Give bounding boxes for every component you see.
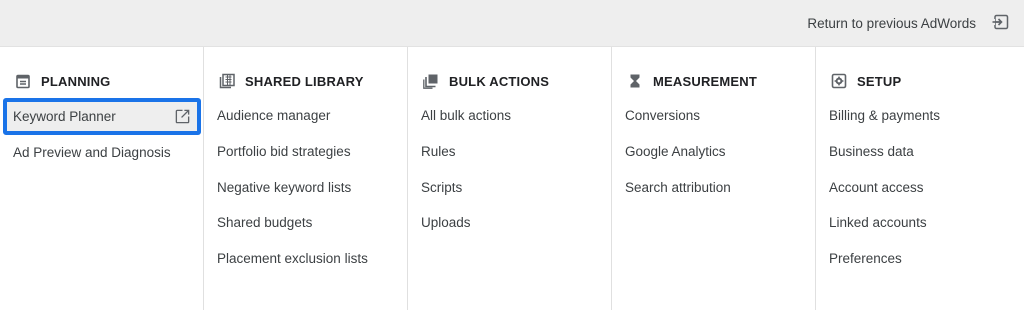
menu-item-preferences[interactable]: Preferences <box>829 241 1012 277</box>
menu-item-keyword-planner[interactable]: Keyword Planner <box>3 98 201 135</box>
column-title: MEASUREMENT <box>653 73 758 89</box>
menu-item-google-analytics[interactable]: Google Analytics <box>625 134 803 170</box>
column-title: SHARED LIBRARY <box>245 73 364 89</box>
menu-item-label: Audience manager <box>217 108 331 124</box>
column-measurement: MEASUREMENT Conversions Google Analytics… <box>612 47 816 310</box>
open-in-new-icon <box>174 108 191 125</box>
menu-item-audience-manager[interactable]: Audience manager <box>217 98 395 134</box>
calendar-icon <box>15 73 31 89</box>
column-title: BULK ACTIONS <box>449 73 550 89</box>
menu-item-label: Keyword Planner <box>13 109 116 124</box>
menu-item-account-access[interactable]: Account access <box>829 169 1012 205</box>
menu-item-label: Preferences <box>829 251 902 267</box>
menu-item-label: Linked accounts <box>829 215 927 231</box>
column-title: SETUP <box>857 73 902 89</box>
column-header-bulk-actions: BULK ACTIONS <box>421 67 599 95</box>
menu-item-all-bulk-actions[interactable]: All bulk actions <box>421 98 599 134</box>
column-header-shared-library: SHARED LIBRARY <box>217 67 395 95</box>
return-label: Return to previous AdWords <box>807 15 976 31</box>
menu-item-label: Uploads <box>421 215 471 231</box>
menu-item-scripts[interactable]: Scripts <box>421 169 599 205</box>
library-grid-icon <box>219 73 235 89</box>
menu-item-ad-preview[interactable]: Ad Preview and Diagnosis <box>13 135 191 171</box>
menu-item-label: Search attribution <box>625 179 731 195</box>
menu-item-conversions[interactable]: Conversions <box>625 98 803 134</box>
return-to-previous-adwords-link[interactable]: Return to previous AdWords <box>807 13 1010 34</box>
menu-item-shared-budgets[interactable]: Shared budgets <box>217 205 395 241</box>
column-title: PLANNING <box>41 73 111 89</box>
menu-item-linked-accounts[interactable]: Linked accounts <box>829 205 1012 241</box>
menu-item-label: Portfolio bid strategies <box>217 144 351 160</box>
menu-item-portfolio-bid-strategies[interactable]: Portfolio bid strategies <box>217 134 395 170</box>
exit-icon <box>992 13 1010 34</box>
column-planning: PLANNING Keyword Planner Ad Preview and … <box>0 47 204 310</box>
menu-item-label: Placement exclusion lists <box>217 251 368 267</box>
column-setup: SETUP Billing & payments Business data A… <box>816 47 1024 310</box>
column-header-planning: PLANNING <box>13 67 191 95</box>
menu-item-label: Conversions <box>625 108 701 124</box>
menu-item-label: Billing & payments <box>829 108 941 124</box>
menu-item-rules[interactable]: Rules <box>421 134 599 170</box>
menu-item-billing-payments[interactable]: Billing & payments <box>829 98 1012 134</box>
menu-item-search-attribution[interactable]: Search attribution <box>625 169 803 205</box>
tools-menu: PLANNING Keyword Planner Ad Preview and … <box>0 47 1024 310</box>
menu-item-placement-exclusion-lists[interactable]: Placement exclusion lists <box>217 241 395 277</box>
menu-item-business-data[interactable]: Business data <box>829 134 1012 170</box>
menu-item-label: Account access <box>829 179 924 195</box>
menu-item-label: All bulk actions <box>421 108 512 124</box>
column-bulk-actions: BULK ACTIONS All bulk actions Rules Scri… <box>408 47 612 310</box>
column-header-measurement: MEASUREMENT <box>625 67 803 95</box>
copy-stack-icon <box>423 73 439 89</box>
menu-item-label: Scripts <box>421 179 463 195</box>
column-shared-library: SHARED LIBRARY Audience manager Portfoli… <box>204 47 408 310</box>
menu-item-label: Rules <box>421 144 456 160</box>
menu-item-negative-keyword-lists[interactable]: Negative keyword lists <box>217 169 395 205</box>
menu-item-uploads[interactable]: Uploads <box>421 205 599 241</box>
menu-item-label: Google Analytics <box>625 144 726 160</box>
menu-item-label: Business data <box>829 144 914 160</box>
top-bar: Return to previous AdWords <box>0 0 1024 47</box>
menu-item-label: Negative keyword lists <box>217 179 352 195</box>
hourglass-icon <box>627 73 643 89</box>
column-header-setup: SETUP <box>829 67 1012 95</box>
menu-item-label: Shared budgets <box>217 215 313 231</box>
settings-icon <box>831 73 847 89</box>
menu-item-label: Ad Preview and Diagnosis <box>13 145 171 161</box>
